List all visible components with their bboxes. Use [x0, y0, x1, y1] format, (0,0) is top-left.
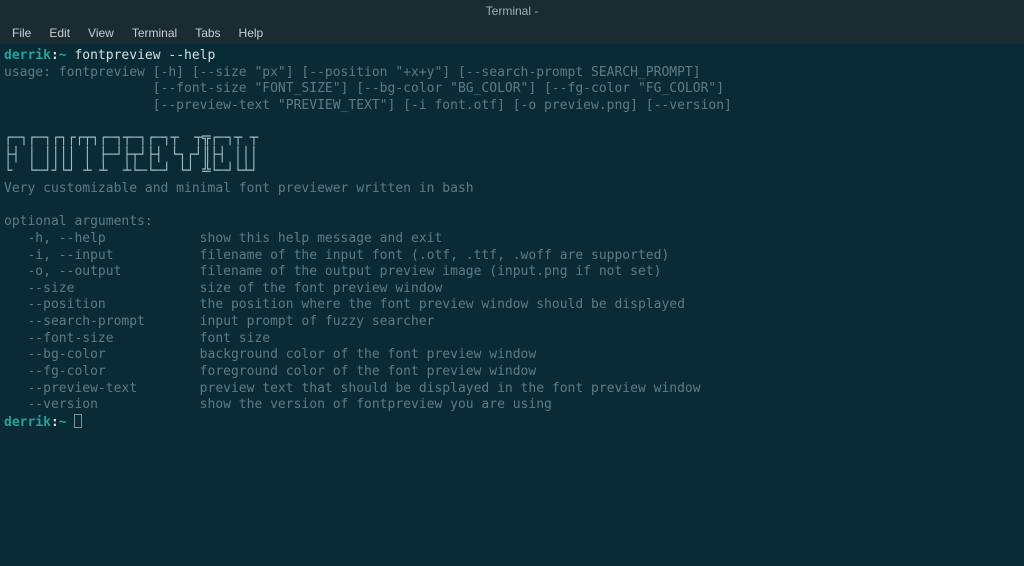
opt-fg-color: --fg-color foreground color of the font … [4, 364, 536, 379]
ascii-logo-line-3: └ └─┘┘└┘ ┴ ┴ ┴└─└─┘ └┘ ╩└─┘└┴┘ [4, 163, 258, 179]
prompt-path: ~ [59, 48, 67, 63]
opt-output: -o, --output filename of the output prev… [4, 264, 661, 279]
opt-position: --position the position where the font p… [4, 297, 685, 312]
terminal-output[interactable]: derrik:~ fontpreview --help usage: fontp… [0, 44, 1024, 435]
menu-terminal[interactable]: Terminal [126, 24, 183, 42]
opt-size: --size size of the font preview window [4, 281, 442, 296]
prompt-path-2: ~ [59, 415, 67, 430]
menu-help[interactable]: Help [233, 24, 270, 42]
opt-preview-text: --preview-text preview text that should … [4, 381, 701, 396]
usage-line-2: [--font-size "FONT_SIZE"] [--bg-color "B… [4, 81, 724, 96]
window-titlebar: Terminal - [0, 0, 1024, 22]
description: Very customizable and minimal font previ… [4, 181, 474, 196]
prompt-sep-2: : [51, 415, 59, 430]
opt-help: -h, --help show this help message and ex… [4, 231, 442, 246]
window-title: Terminal - [486, 4, 539, 18]
usage-line-1: usage: fontpreview [-h] [--size "px"] [-… [4, 65, 701, 80]
prompt-sep: : [51, 48, 59, 63]
ascii-logo-line-1: ┌─┐┌─┐┌┐┌┌┬┐┌─┐┬─┐┌─┐┬ ┬╦┌─┐┬ ┬ [4, 130, 258, 146]
menu-view[interactable]: View [82, 24, 120, 42]
entered-command: fontpreview --help [74, 48, 215, 63]
ascii-logo-line-2: ├┤ │ ││││ │ ├─┘├┬┘├┤ └┐┌┘║├┤ │││ [4, 147, 258, 163]
usage-line-3: [--preview-text "PREVIEW_TEXT"] [-i font… [4, 98, 732, 113]
optional-args-header: optional arguments: [4, 214, 153, 229]
opt-search-prompt: --search-prompt input prompt of fuzzy se… [4, 314, 434, 329]
cursor-icon [74, 414, 82, 428]
opt-version: --version show the version of fontprevie… [4, 397, 552, 412]
menubar: File Edit View Terminal Tabs Help [0, 22, 1024, 44]
menu-file[interactable]: File [6, 24, 37, 42]
menu-edit[interactable]: Edit [43, 24, 76, 42]
opt-input: -i, --input filename of the input font (… [4, 248, 669, 263]
opt-bg-color: --bg-color background color of the font … [4, 347, 536, 362]
menu-tabs[interactable]: Tabs [189, 24, 226, 42]
prompt-user: derrik [4, 48, 51, 63]
prompt-user-2: derrik [4, 415, 51, 430]
opt-font-size: --font-size font size [4, 331, 270, 346]
